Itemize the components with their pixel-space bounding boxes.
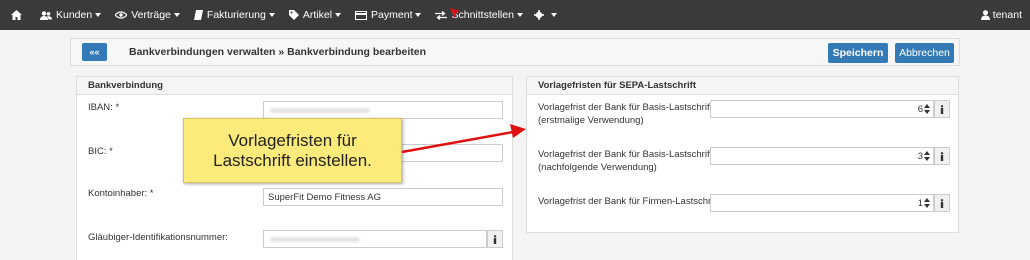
nav-artikel-label: Artikel (302, 9, 333, 21)
sepa-b2b-label: Vorlagefrist der Bank für Firmen-Lastsch… (538, 196, 730, 207)
info-button[interactable] (487, 230, 503, 248)
nav-settings[interactable] (530, 0, 564, 30)
info-button[interactable] (934, 147, 950, 165)
top-navbar: Kunden Verträge Fakturierung Artikel Pay… (0, 0, 1030, 30)
redacted-value (270, 237, 360, 242)
account-owner-value: SuperFit Demo Fitness AG (268, 191, 381, 203)
chevron-up-icon[interactable] (924, 104, 930, 108)
nav-payment-label: Payment (371, 9, 413, 21)
nav-payment[interactable]: Payment (348, 0, 428, 30)
eye-icon (115, 11, 128, 19)
card-icon (355, 10, 368, 20)
chevron-down-icon (268, 13, 275, 17)
label-line: Vorlagefrist der Bank für Basis-Lastschr… (538, 149, 723, 160)
nav-fakturierung-label: Fakturierung (206, 9, 266, 21)
chevron-down-icon[interactable] (924, 204, 930, 208)
sepa-b2b-input[interactable]: 1 (710, 194, 934, 212)
gear-icon (533, 10, 544, 20)
sepa-recurring-value: 3 (917, 151, 923, 162)
callout-line: Lastschrift einstellen. (213, 150, 372, 170)
exchange-icon (435, 10, 448, 20)
creditor-id-label: Gläubiger-Identifikationsnummer: (88, 232, 228, 243)
chevron-down-icon (550, 13, 557, 17)
back-button[interactable]: «« (82, 43, 107, 61)
chevron-up-icon[interactable] (924, 198, 930, 202)
red-marker-icon (450, 8, 460, 18)
nav-kunden[interactable]: Kunden (33, 0, 108, 30)
number-stepper[interactable] (922, 147, 932, 165)
account-owner-field[interactable]: SuperFit Demo Fitness AG (263, 188, 503, 206)
sepa-recurring-input[interactable]: 3 (710, 147, 934, 165)
annotation-callout: Vorlagefristen für Lastschrift einstelle… (183, 118, 402, 183)
panel-title: Bankverbindung (77, 77, 512, 95)
callout-line: Vorlagefristen für (228, 130, 357, 150)
user-icon (980, 10, 990, 20)
nav-vertraege[interactable]: Verträge (108, 0, 187, 30)
sepa-first-value: 6 (917, 104, 923, 115)
sepa-first-label: Vorlagefrist der Bank für Basis-Lastschr… (538, 101, 723, 127)
tag-icon (288, 10, 299, 20)
iban-field[interactable] (263, 101, 503, 119)
nav-artikel[interactable]: Artikel (282, 0, 348, 30)
chevron-down-icon (95, 13, 102, 17)
label-line: Vorlagefrist der Bank für Basis-Lastschr… (538, 102, 723, 113)
chevron-up-icon[interactable] (924, 151, 930, 155)
nav-schnittstellen[interactable]: Schnittstellen (428, 0, 529, 30)
label-line: (erstmalige Verwendung) (538, 115, 644, 126)
nav-kunden-label: Kunden (56, 9, 93, 21)
nav-fakturierung[interactable]: Fakturierung (187, 0, 282, 30)
chevron-down-icon[interactable] (924, 157, 930, 161)
save-button[interactable]: Speichern (828, 43, 888, 63)
info-icon (940, 198, 944, 208)
chevron-down-icon (335, 13, 342, 17)
book-icon (193, 10, 203, 20)
chevron-down-icon (516, 13, 523, 17)
creditor-id-field[interactable] (263, 230, 487, 248)
number-stepper[interactable] (922, 100, 932, 118)
owner-label: Kontoinhaber: * (88, 188, 154, 199)
cancel-button[interactable]: Abbrechen (895, 43, 954, 63)
breadcrumb: Bankverbindungen verwalten » Bankverbind… (129, 46, 426, 58)
panel-title: Vorlagefristen für SEPA-Lastschrift (527, 77, 958, 95)
info-icon (940, 104, 944, 114)
sepa-b2b-value: 1 (917, 198, 923, 209)
number-stepper[interactable] (922, 194, 932, 212)
sepa-first-input[interactable]: 6 (710, 100, 934, 118)
info-icon (493, 234, 497, 244)
bic-label: BIC: * (88, 146, 113, 157)
user-label: tenant (992, 9, 1022, 21)
iban-label: IBAN: * (88, 102, 120, 113)
sepa-recurring-label: Vorlagefrist der Bank für Basis-Lastschr… (538, 148, 723, 174)
redacted-value (270, 108, 370, 113)
home-icon (11, 10, 22, 20)
users-icon (40, 10, 52, 20)
chevron-down-icon[interactable] (924, 110, 930, 114)
label-line: (nachfolgende Verwendung) (538, 162, 657, 173)
sepa-deadlines-panel: Vorlagefristen für SEPA-Lastschrift Vorl… (526, 76, 959, 233)
chevron-down-icon (415, 13, 422, 17)
info-icon (940, 151, 944, 161)
user-menu[interactable]: tenant (980, 0, 1022, 30)
info-button[interactable] (934, 100, 950, 118)
chevron-down-icon (173, 13, 180, 17)
page-header: «« Bankverbindungen verwalten » Bankverb… (70, 38, 960, 66)
nav-vertraege-label: Verträge (131, 9, 171, 21)
info-button[interactable] (934, 194, 950, 212)
nav-home[interactable] (0, 0, 33, 30)
